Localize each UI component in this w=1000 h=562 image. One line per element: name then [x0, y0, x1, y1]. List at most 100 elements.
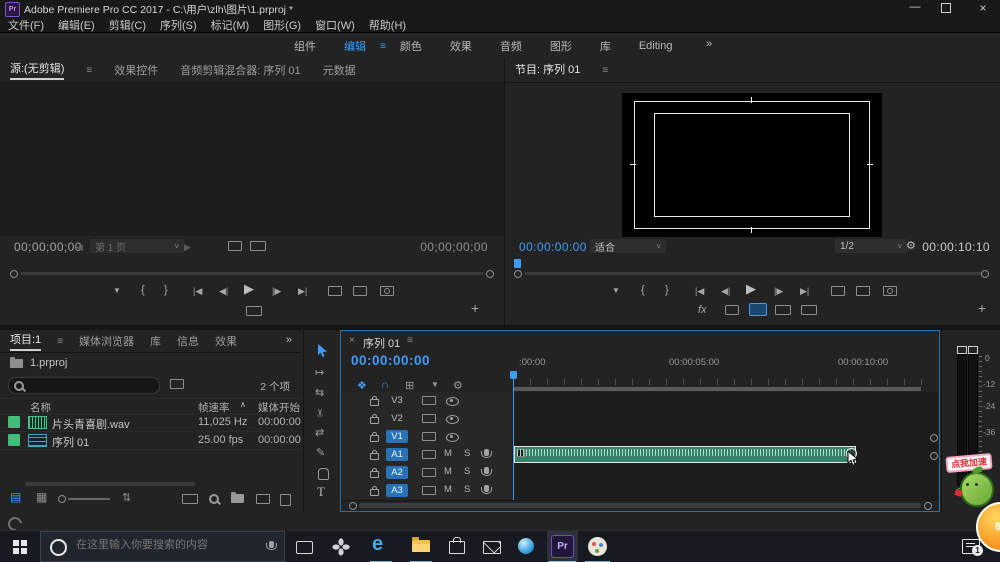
- track-select-tool-icon[interactable]: ↦: [315, 366, 324, 379]
- track-a2-lane[interactable]: [512, 464, 938, 482]
- project-search-box[interactable]: [8, 377, 160, 394]
- lock-icon[interactable]: [370, 471, 379, 478]
- search-bin-icon[interactable]: [170, 379, 184, 389]
- toggle-track-output-icon[interactable]: [446, 397, 459, 406]
- timeline-playhead-marker[interactable]: [510, 371, 517, 379]
- timeline-tab[interactable]: 序列 01: [363, 335, 400, 351]
- solo-button[interactable]: S: [464, 466, 470, 477]
- go-to-out-icon[interactable]: ▶|: [298, 284, 307, 298]
- export-icon[interactable]: [801, 305, 817, 315]
- tab-audio-clip-mixer[interactable]: 音频剪辑混合器: 序列 01: [180, 62, 300, 78]
- source-scrollbar[interactable]: [20, 272, 484, 275]
- palette-app-icon[interactable]: [588, 537, 607, 556]
- project-horizontal-scrollbar[interactable]: [25, 482, 195, 486]
- search-mic-icon[interactable]: [269, 541, 274, 548]
- track-badge-a1[interactable]: A1: [386, 448, 408, 461]
- step-forward-icon[interactable]: |▶: [774, 284, 783, 298]
- source-scrollbar-left-handle[interactable]: [10, 270, 18, 278]
- menu-sequence[interactable]: 序列(S): [160, 17, 197, 33]
- in-out-duration-icon[interactable]: [250, 241, 266, 251]
- menu-window[interactable]: 窗口(W): [315, 17, 355, 33]
- pinwheel-app-icon[interactable]: [332, 538, 350, 556]
- timeline-settings-wrench-icon[interactable]: ⚙: [453, 379, 463, 392]
- razor-tool-icon[interactable]: ✂: [314, 408, 327, 417]
- next-page-icon[interactable]: ▶: [184, 240, 191, 254]
- prev-page-icon[interactable]: ◀: [76, 240, 83, 254]
- timeline-horizontal-scrollbar[interactable]: [359, 503, 921, 508]
- playback-resolution-select[interactable]: 1/2˅: [835, 239, 907, 253]
- automate-to-sequence-icon[interactable]: [182, 494, 198, 504]
- delete-icon[interactable]: [280, 494, 291, 506]
- go-to-out-icon[interactable]: ▶|: [800, 284, 809, 298]
- taskbar-search-box[interactable]: [40, 531, 285, 562]
- track-v1-lane[interactable]: [512, 428, 938, 446]
- track-v3-lane[interactable]: [512, 392, 938, 410]
- mail-icon[interactable]: [483, 541, 501, 554]
- new-bin-icon[interactable]: [231, 494, 244, 503]
- project-overflow-icon[interactable]: »: [286, 334, 292, 346]
- settings-grid-icon[interactable]: [228, 241, 242, 251]
- comparison-view-icon[interactable]: [775, 305, 791, 315]
- tab-effects[interactable]: 效果: [215, 333, 237, 349]
- safe-margins-button[interactable]: [749, 303, 767, 316]
- comment-icon[interactable]: [725, 305, 739, 315]
- project-row-audio[interactable]: 片头青喜剧.wav 11,025 Hz 00:00:00: [0, 413, 300, 432]
- tab-program[interactable]: 节目: 序列 01: [515, 61, 580, 79]
- mute-button[interactable]: M: [444, 466, 452, 477]
- track-badge-a2[interactable]: A2: [386, 466, 408, 479]
- source-patch-icon[interactable]: [422, 468, 436, 477]
- zoom-slider-handle[interactable]: [58, 495, 66, 503]
- solo-button[interactable]: S: [464, 448, 470, 459]
- blue-sphere-app-icon[interactable]: [518, 538, 534, 554]
- source-patch-icon[interactable]: [422, 450, 436, 459]
- lock-icon[interactable]: [370, 435, 379, 442]
- project-file-name[interactable]: 1.prproj: [30, 357, 67, 369]
- program-scrollbar-right-handle[interactable]: [981, 270, 989, 278]
- mark-out-icon[interactable]: }: [164, 283, 168, 297]
- page-selector[interactable]: 第 1 页˅: [90, 239, 184, 253]
- workspace-editing-en[interactable]: Editing: [625, 40, 687, 52]
- step-back-icon[interactable]: ◀|: [721, 284, 730, 298]
- overwrite-icon[interactable]: [353, 286, 367, 296]
- mark-out-icon[interactable]: }: [665, 283, 669, 297]
- audio-clip[interactable]: [514, 446, 856, 463]
- lock-icon[interactable]: [370, 417, 379, 424]
- mark-in-icon[interactable]: {: [141, 283, 145, 297]
- tab-info[interactable]: 信息: [177, 333, 199, 349]
- new-item-icon[interactable]: [256, 494, 270, 504]
- program-scrollbar[interactable]: [524, 272, 982, 275]
- program-scrollbar-left-handle[interactable]: [514, 270, 522, 278]
- premiere-taskbar-cell[interactable]: Pr: [547, 531, 578, 562]
- tab-source[interactable]: 源:(无剪辑): [10, 60, 64, 80]
- insert-icon[interactable]: [328, 286, 342, 296]
- export-frame-icon[interactable]: [883, 286, 897, 296]
- mute-button[interactable]: M: [444, 448, 452, 459]
- workspace-color[interactable]: 颜色: [386, 38, 436, 54]
- track-badge-v3[interactable]: V3: [386, 394, 408, 407]
- item-name[interactable]: 序列 01: [52, 434, 89, 450]
- tab-media-browser[interactable]: 媒体浏览器: [79, 333, 134, 349]
- timeline-playhead-line[interactable]: [513, 379, 514, 500]
- snap-magnet-icon[interactable]: ∩: [381, 379, 389, 391]
- selection-tool-icon[interactable]: [317, 344, 328, 358]
- global-fx-mute-icon[interactable]: fx: [698, 303, 707, 317]
- mark-in-icon[interactable]: {: [641, 283, 645, 297]
- step-forward-icon[interactable]: |▶: [272, 284, 281, 298]
- icon-view-button[interactable]: ▦: [36, 490, 47, 504]
- zoom-slider-track[interactable]: [68, 498, 110, 500]
- find-icon[interactable]: [209, 494, 219, 504]
- timeline-vscroll-bottom-handle[interactable]: [930, 452, 938, 460]
- toggle-track-output-icon[interactable]: [446, 415, 459, 424]
- track-a3-lane[interactable]: [512, 482, 938, 500]
- add-marker-icon[interactable]: ▼: [113, 284, 121, 298]
- taskbar-search-input[interactable]: [74, 538, 273, 552]
- timeline-timecode[interactable]: 00:00:00:00: [351, 353, 430, 368]
- voiceover-record-icon[interactable]: [484, 485, 489, 492]
- go-to-in-icon[interactable]: |◀: [193, 284, 202, 298]
- lift-icon[interactable]: [831, 286, 845, 296]
- workspace-audio[interactable]: 音频: [486, 38, 536, 54]
- program-add-button-icon[interactable]: +: [978, 301, 986, 315]
- slip-tool-icon[interactable]: ⇄: [315, 426, 324, 439]
- project-panel-menu-icon[interactable]: ≡: [57, 336, 63, 347]
- source-patch-icon[interactable]: [422, 486, 436, 495]
